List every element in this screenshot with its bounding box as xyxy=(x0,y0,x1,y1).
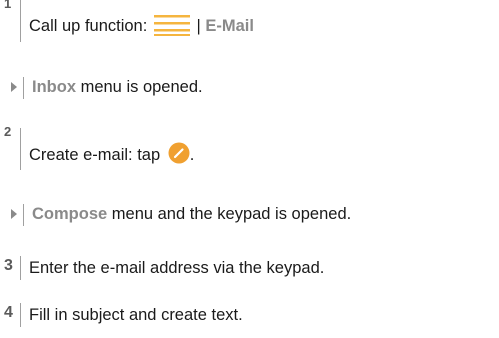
step-text: Call up function: | E-Mail xyxy=(29,0,254,36)
step-divider xyxy=(20,0,21,42)
step-text: Fill in subject and create text. xyxy=(29,306,243,324)
step-instruction: Create e-mail: tap xyxy=(29,146,165,164)
step-divider xyxy=(23,204,24,226)
step-divider xyxy=(23,77,24,99)
hamburger-menu-icon xyxy=(153,15,190,36)
step-number: 3 xyxy=(4,257,13,274)
result-arrow-icon xyxy=(11,209,17,219)
step-divider xyxy=(20,303,21,327)
step-number: 2 xyxy=(4,124,12,139)
result-1: Inbox menu is opened. xyxy=(0,77,203,99)
edit-pencil-icon xyxy=(168,142,190,164)
result-text: Inbox menu is opened. xyxy=(32,77,203,97)
step-divider xyxy=(20,128,21,170)
result-description: menu is opened. xyxy=(76,78,203,96)
step-divider xyxy=(20,256,21,280)
step-text: Enter the e-mail address via the keypad. xyxy=(29,259,325,277)
result-text: Compose menu and the keypad is opened. xyxy=(32,204,351,224)
menu-name: Inbox xyxy=(32,78,76,96)
step-text: Create e-mail: tap . xyxy=(29,128,194,165)
step-instruction: Call up function: xyxy=(29,17,152,35)
result-arrow-icon xyxy=(11,82,17,92)
step-number: 1 xyxy=(4,0,12,11)
menu-name: Compose xyxy=(32,205,108,223)
step-1: 1 Call up function: | E-Mail xyxy=(0,0,254,42)
function-name: E-Mail xyxy=(205,17,254,35)
step-2: 2 Create e-mail: tap . xyxy=(0,124,194,170)
result-2: Compose menu and the keypad is opened. xyxy=(0,204,351,226)
step-end: . xyxy=(189,146,195,164)
step-number: 4 xyxy=(4,304,13,321)
result-description: menu and the keypad is opened. xyxy=(107,205,352,223)
step-4: 4 Fill in subject and create text. xyxy=(0,303,243,327)
step-3: 3 Enter the e-mail address via the keypa… xyxy=(0,256,324,280)
